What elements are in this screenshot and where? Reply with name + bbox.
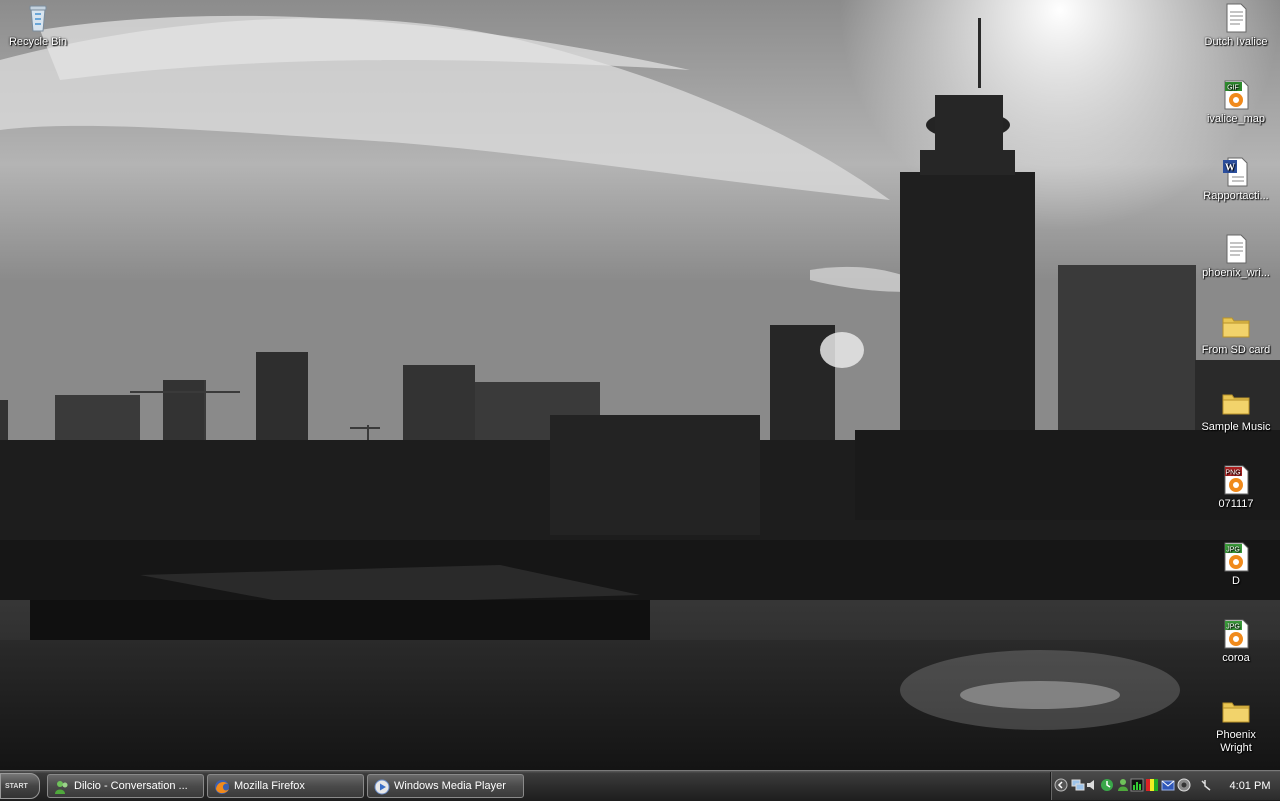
mail-icon[interactable] <box>1161 778 1175 792</box>
volume-icon[interactable] <box>1085 778 1099 792</box>
chevron-left-icon[interactable] <box>1054 778 1068 792</box>
messenger-status-icon[interactable] <box>1100 778 1114 792</box>
start-label: START <box>5 783 28 790</box>
icon-label: coroa <box>1222 652 1250 664</box>
svg-text:GIF: GIF <box>1227 85 1239 92</box>
png-image-icon: PNG <box>1224 465 1249 495</box>
shield-icon[interactable] <box>1177 778 1191 792</box>
icon-label: 071117 <box>1218 498 1254 510</box>
taskbar-button-media-player[interactable]: Windows Media Player <box>367 774 524 798</box>
text-document-icon <box>1226 234 1247 264</box>
user-icon[interactable] <box>1116 778 1130 792</box>
desktop[interactable]: Recycle Bin Dutch Ivalice GIF ivalice_ma… <box>0 0 1280 770</box>
power-icon[interactable] <box>1199 778 1213 792</box>
svg-text:JPG: JPG <box>1226 624 1240 631</box>
start-button[interactable]: START <box>0 773 40 799</box>
network-icon[interactable] <box>1071 778 1085 792</box>
task-label: Mozilla Firefox <box>234 780 305 792</box>
desktop-icon-coroa[interactable]: JPG coroa <box>1198 618 1274 665</box>
desktop-icon-phoenix-wright[interactable]: Phoenix Wright <box>1198 695 1274 755</box>
icon-label: Recycle Bin <box>8 36 68 48</box>
folder-icon <box>1222 394 1250 415</box>
firefox-icon <box>215 780 229 794</box>
folder-icon <box>1222 317 1250 338</box>
jpg-image-icon: JPG <box>1224 542 1249 572</box>
svg-text:JPG: JPG <box>1226 547 1240 554</box>
icon-label: ivalice_map <box>1206 113 1266 125</box>
word-document-icon: W <box>1223 157 1248 187</box>
task-label: Windows Media Player <box>394 780 506 792</box>
icon-label: Rapportacti... <box>1203 190 1269 202</box>
recycle-bin-shortcut[interactable]: Recycle Bin <box>0 2 76 49</box>
desktop-icon-d[interactable]: JPG D <box>1198 541 1274 588</box>
messenger-icon <box>55 781 68 794</box>
taskbar-button-conversation[interactable]: Dilcio - Conversation ... <box>47 774 204 798</box>
icon-label: Sample Music <box>1201 421 1271 433</box>
system-tray: 4:01 PM <box>1050 772 1280 800</box>
icon-label: From SD card <box>1201 344 1271 356</box>
clock[interactable]: 4:01 PM <box>1225 772 1275 800</box>
svg-text:PNG: PNG <box>1225 470 1240 477</box>
taskbar: START Dilcio - Conversation ... Mozilla … <box>0 770 1280 801</box>
icon-label: Dutch Ivalice <box>1204 36 1268 48</box>
desktop-icon-ivalice-map[interactable]: GIF ivalice_map <box>1198 79 1274 126</box>
monitor-icon[interactable] <box>1130 778 1144 792</box>
task-label: Dilcio - Conversation ... <box>74 780 188 792</box>
icon-label: D <box>1232 575 1240 587</box>
desktop-icon-sample-music[interactable]: Sample Music <box>1198 387 1274 434</box>
desktop-icon-071117[interactable]: PNG 071117 <box>1198 464 1274 511</box>
desktop-icon-dutch-ivalice[interactable]: Dutch Ivalice <box>1198 2 1274 49</box>
desktop-icon-phoenix-wri[interactable]: phoenix_wri... <box>1198 233 1274 280</box>
desktop-icon-rapportacti[interactable]: W Rapportacti... <box>1198 156 1274 203</box>
wallpaper-image <box>0 0 1280 770</box>
jpg-image-icon: JPG <box>1224 619 1249 649</box>
svg-text:W: W <box>1225 163 1235 174</box>
text-document-icon <box>1226 3 1247 33</box>
color-bars-icon[interactable] <box>1145 778 1159 792</box>
taskbar-button-firefox[interactable]: Mozilla Firefox <box>207 774 364 798</box>
recycle-bin-icon <box>29 5 47 32</box>
icon-label: Phoenix Wright <box>1216 729 1256 754</box>
gif-image-icon: GIF <box>1224 80 1249 110</box>
desktop-icon-from-sd-card[interactable]: From SD card <box>1198 310 1274 357</box>
icon-label: phoenix_wri... <box>1202 267 1270 279</box>
media-player-icon <box>374 779 390 795</box>
folder-icon <box>1222 702 1250 723</box>
